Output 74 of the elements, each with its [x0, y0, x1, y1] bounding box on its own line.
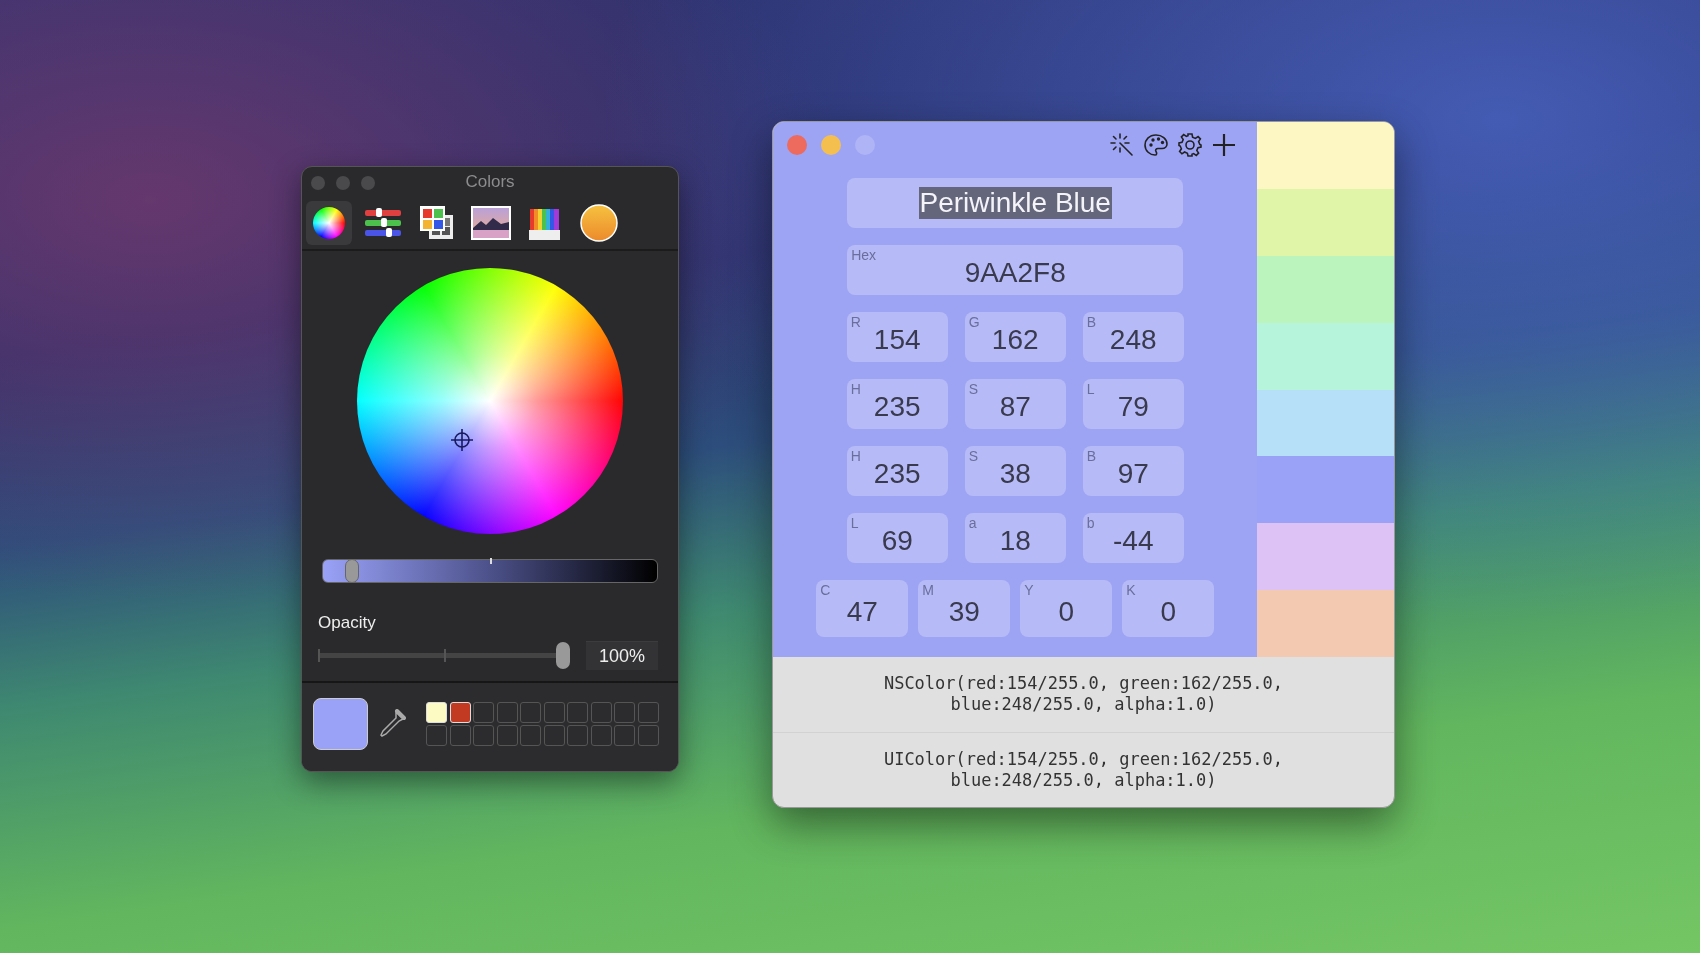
color-swatch[interactable]	[1257, 188, 1394, 256]
hex-field[interactable]: Hex 9AA2F8	[847, 245, 1184, 295]
close-button[interactable]	[311, 176, 325, 190]
current-color-well[interactable]	[313, 698, 368, 750]
pencils-icon	[529, 206, 561, 240]
empty-swatch[interactable]	[567, 725, 588, 747]
empty-swatch[interactable]	[473, 725, 494, 747]
empty-swatch[interactable]	[496, 701, 518, 723]
color-swatch[interactable]	[449, 701, 471, 723]
color-swatch[interactable]	[1257, 590, 1394, 657]
minimize-button[interactable]	[336, 176, 350, 190]
color-name-field[interactable]: Periwinkle Blue	[847, 178, 1184, 228]
component-field[interactable]: G 162	[964, 312, 1066, 362]
empty-swatch[interactable]	[473, 701, 494, 723]
empty-swatch[interactable]	[496, 725, 518, 747]
component-field[interactable]: S 38	[964, 446, 1066, 496]
color-swatch[interactable]	[1257, 523, 1394, 591]
component-field[interactable]: C 47	[816, 580, 909, 637]
empty-swatch[interactable]	[426, 725, 447, 747]
code-snippet: NSColor(red:154/255.0, green:162/255.0, blue:248/255.0, alpha:1.0)	[883, 673, 1284, 716]
empty-swatch[interactable]	[520, 701, 541, 723]
empty-swatch[interactable]	[590, 701, 612, 723]
mode-tab[interactable]	[306, 201, 352, 245]
brightness-slider[interactable]	[322, 559, 658, 583]
palette-grid-icon	[419, 205, 455, 241]
minimize-button[interactable]	[821, 135, 841, 155]
empty-swatch[interactable]	[449, 725, 471, 747]
color-swatch[interactable]	[1257, 322, 1394, 390]
component-field[interactable]: a 18	[964, 513, 1066, 563]
empty-swatch[interactable]	[590, 725, 612, 747]
component-field[interactable]: H 235	[846, 446, 948, 496]
empty-swatch[interactable]	[614, 725, 635, 747]
component-field[interactable]: b -44	[1082, 513, 1184, 563]
component-field[interactable]: S 87	[964, 379, 1066, 429]
opacity-slider[interactable]	[318, 642, 570, 669]
slider-thumb[interactable]	[345, 559, 360, 583]
component-field[interactable]: M 39	[918, 580, 1011, 637]
add-icon[interactable]	[1211, 132, 1238, 158]
component-field[interactable]: L 69	[846, 513, 948, 563]
sphere-icon	[580, 204, 618, 242]
color-swatch[interactable]	[1257, 122, 1394, 189]
component-field[interactable]: B 97	[1082, 446, 1184, 496]
empty-swatch[interactable]	[543, 725, 565, 747]
slider-thumb[interactable]	[556, 642, 570, 669]
crosshair-icon	[450, 428, 474, 452]
settings-icon[interactable]	[1177, 132, 1204, 158]
landscape-image-icon	[471, 206, 511, 240]
opacity-field[interactable]: 100%	[586, 641, 658, 670]
sliders-icon	[364, 208, 402, 238]
window-title: Colors	[465, 172, 515, 192]
empty-swatch[interactable]	[520, 725, 541, 747]
component-field[interactable]: R 154	[846, 312, 948, 362]
zoom-button[interactable]	[361, 176, 375, 190]
color-swatch[interactable]	[1257, 389, 1394, 457]
opacity-label: Opacity	[318, 613, 377, 633]
sparkle-wand-icon[interactable]	[1109, 132, 1136, 158]
color-swatch[interactable]	[1257, 255, 1394, 323]
component-field[interactable]: L 79	[1082, 379, 1184, 429]
empty-swatch[interactable]	[637, 725, 659, 747]
close-button[interactable]	[787, 135, 807, 155]
code-snippet: UIColor(red:154/255.0, green:162/255.0, blue:248/255.0, alpha:1.0)	[883, 748, 1284, 791]
color-swatch[interactable]	[426, 701, 447, 723]
component-field[interactable]: H 235	[846, 379, 948, 429]
color-swatch[interactable]	[1257, 456, 1394, 524]
empty-swatch[interactable]	[567, 701, 588, 723]
component-field[interactable]: Y 0	[1020, 580, 1113, 637]
empty-swatch[interactable]	[637, 701, 659, 723]
palette-icon[interactable]	[1143, 132, 1170, 158]
color-wheel-icon	[312, 206, 346, 240]
component-field[interactable]: B 248	[1082, 312, 1184, 362]
component-field[interactable]: K 0	[1122, 580, 1215, 637]
empty-swatch[interactable]	[543, 701, 565, 723]
empty-swatch[interactable]	[614, 701, 635, 723]
eyedropper-icon[interactable]	[378, 709, 406, 739]
